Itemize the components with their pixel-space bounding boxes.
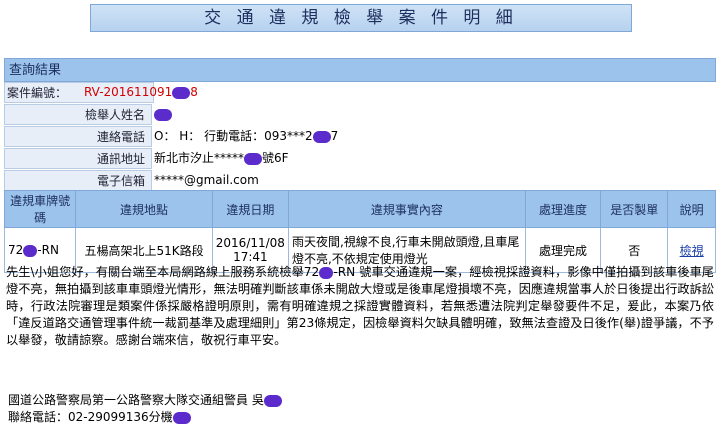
info-row-reporter-name: 檢舉人姓名 [4, 104, 716, 125]
col-plate: 違規車牌號碼 [3, 190, 77, 228]
redaction-mark [244, 152, 263, 165]
address-text: 新北市汐止***** [154, 151, 245, 165]
redaction-mark [172, 411, 191, 424]
case-detail-page: 交 通 違 規 檢 舉 案 件 明 細 查詢結果 案件編號： RV-201611… [0, 0, 720, 434]
col-detail: 說明 [667, 190, 716, 228]
col-ticket: 是否製單 [600, 190, 669, 228]
table-header-row: 違規車牌號碼 違規地點 違規日期 違規事實內容 處理進度 是否製單 說明 [3, 190, 716, 228]
info-row-phone: 連絡電話 O： H： 行動電話：093***2 7 [4, 126, 716, 147]
violation-table: 違規車牌號碼 違規地點 違規日期 違規事實內容 處理進度 是否製單 說明 72-… [3, 190, 716, 273]
redaction-mark [319, 266, 334, 279]
email-label: 電子信箱 [4, 170, 152, 191]
col-fact: 違規事實內容 [287, 190, 526, 228]
plate-prefix: 72 [8, 243, 24, 257]
time-text: 17:41 [233, 250, 268, 264]
officer-line: 國道公路警察局第一公路警察大隊交通組警員 吳 [8, 392, 282, 409]
date-text: 2016/11/08 [215, 236, 285, 250]
redaction-mark [23, 244, 38, 257]
officer-text: 國道公路警察局第一公路警察大隊交通組警員 吳 [8, 393, 264, 407]
redaction-mark [154, 108, 172, 121]
address-value: 新北市汐止***** 號6F [154, 148, 289, 169]
case-number-tail: 8 [190, 85, 198, 99]
col-date: 違規日期 [211, 190, 289, 228]
case-number-value: RV-201611091 8 [84, 82, 198, 103]
view-detail-link[interactable]: 檢視 [680, 244, 704, 258]
info-row-address: 通訊地址 新北市汐止***** 號6F [4, 148, 716, 169]
address-tail: 號6F [262, 151, 289, 165]
plate-suffix: -RN [37, 243, 59, 257]
reporter-name-value [154, 104, 172, 125]
page-title: 交 通 違 規 檢 舉 案 件 明 細 [90, 4, 632, 32]
section-header-query-result: 查詢結果 [4, 58, 716, 82]
redaction-mark [263, 394, 282, 407]
phone-tail: 7 [330, 129, 339, 143]
address-label: 通訊地址 [4, 148, 152, 169]
reporter-name-label: 檢舉人姓名 [4, 104, 152, 125]
email-value: *****@gmail.com [154, 173, 259, 187]
footer-phone-text: 聯絡電話：02-29099136分機 [8, 410, 173, 424]
redaction-mark [172, 86, 191, 99]
phone-line: 聯絡電話：02-29099136分機 [8, 409, 282, 426]
footer-contact: 國道公路警察局第一公路警察大隊交通組警員 吳 聯絡電話：02-29099136分… [8, 392, 282, 426]
col-status: 處理進度 [524, 190, 602, 228]
message-part1: 先生\小姐您好，有關台端至本局網路線上服務系統檢舉72 [6, 265, 320, 279]
phone-text: O： H： 行動電話：093***2 [154, 129, 313, 143]
col-location: 違規地點 [75, 190, 213, 228]
redaction-mark [312, 130, 331, 143]
info-row-case-number: 案件編號： RV-201611091 8 [4, 82, 716, 103]
info-row-email: 電子信箱 *****@gmail.com [4, 170, 716, 191]
phone-label: 連絡電話 [4, 126, 152, 147]
phone-value: O： H： 行動電話：093***2 7 [154, 126, 338, 147]
case-number-text: RV-201611091 [84, 85, 173, 99]
response-message: 先生\小姐您好，有關台端至本局網路線上服務系統檢舉72 -RN 號車交通違規一案，… [6, 264, 714, 349]
